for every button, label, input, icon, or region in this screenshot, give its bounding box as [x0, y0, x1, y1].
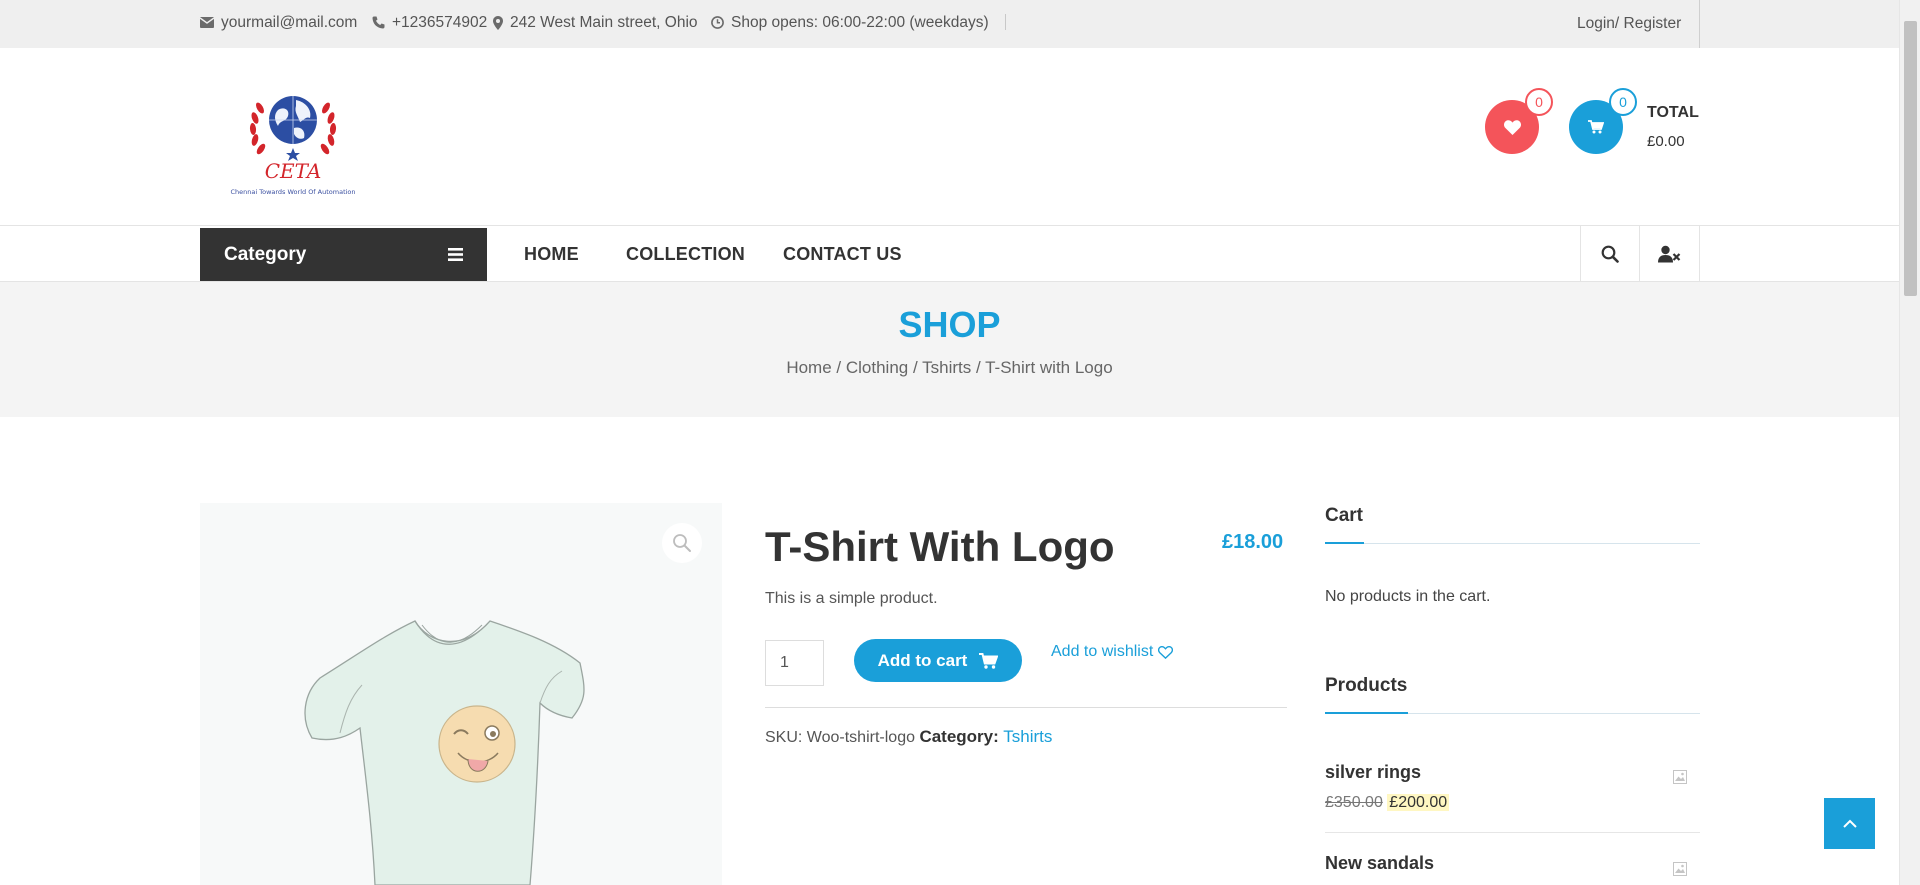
search-button[interactable]: [1580, 226, 1639, 282]
nav-home-link[interactable]: HOME: [524, 226, 579, 282]
page-scrollbar[interactable]: [1899, 0, 1920, 885]
image-placeholder-icon: [1673, 770, 1687, 784]
sidebar-product-name[interactable]: New sandals: [1325, 853, 1434, 874]
products-widget-title: Products: [1325, 675, 1408, 696]
topbar-divider: [1005, 14, 1006, 30]
sku-label: SKU:: [765, 729, 803, 746]
topbar-phone[interactable]: +1236574902: [372, 0, 487, 45]
nav-collection-link[interactable]: COLLECTION: [626, 226, 745, 282]
cart-count: 0: [1609, 88, 1637, 116]
envelope-icon: [200, 17, 214, 28]
page-title: SHOP: [898, 304, 1001, 345]
sidebar-product-divider: [1325, 832, 1700, 833]
quantity-input[interactable]: 1: [765, 640, 824, 686]
top-bar: yourmail@mail.com +1236574902 242 West M…: [0, 0, 1899, 48]
add-to-wishlist-link[interactable]: Add to wishlist: [1051, 643, 1174, 661]
logo-emblem-icon: CETA: [249, 96, 337, 183]
user-account-button[interactable]: [1639, 226, 1699, 282]
page-banner: SHOP Home / Clothing / Tshirts / T-Shirt…: [0, 282, 1899, 417]
wishlist-count: 0: [1525, 88, 1553, 116]
category-menu-button[interactable]: Category: [200, 228, 487, 281]
products-widget-underline: [1325, 712, 1700, 714]
category-meta-label: Category:: [919, 727, 999, 746]
sale-price: £200.00: [1387, 794, 1450, 811]
topbar-email[interactable]: yourmail@mail.com: [200, 0, 357, 45]
product-meta: SKU: Woo-tshirt-logo Category: Tshirts: [765, 727, 1052, 747]
topbar-phone-text: +1236574902: [392, 13, 488, 31]
add-to-cart-label: Add to cart: [877, 650, 968, 670]
shopping-cart-icon: [1588, 120, 1604, 134]
main-navigation: Category HOME COLLECTION CONTACT US: [0, 226, 1899, 282]
category-meta-link[interactable]: Tshirts: [1003, 727, 1052, 746]
heart-icon: [1503, 119, 1521, 135]
breadcrumb: Home / Clothing / Tshirts / T-Shirt with…: [0, 358, 1899, 378]
topbar-address-text: 242 West Main street, Ohio: [510, 13, 698, 31]
cart-empty-message: No products in the cart.: [1325, 588, 1491, 605]
shopping-cart-icon: [979, 652, 999, 669]
nav-right-border: [1699, 226, 1700, 282]
cart-widget-underline: [1325, 542, 1700, 544]
back-to-top-button[interactable]: [1824, 798, 1875, 849]
user-times-icon: [1658, 245, 1681, 263]
site-logo[interactable]: CETA Chennai Towards World Of Automation: [220, 86, 366, 196]
cart-total-label: TOTAL: [1647, 104, 1699, 121]
phone-icon: [372, 16, 385, 29]
tshirt-image: [304, 620, 585, 885]
old-price: £350.00: [1325, 794, 1383, 811]
breadcrumb-tshirts[interactable]: Tshirts: [922, 358, 971, 377]
topbar-address: 242 West Main street, Ohio: [493, 0, 698, 45]
topbar-right-border: [1699, 0, 1700, 48]
cart-widget-title: Cart: [1325, 505, 1364, 526]
cart-button[interactable]: 0: [1569, 88, 1637, 154]
topbar-email-text: yourmail@mail.com: [221, 13, 358, 31]
map-marker-icon: [493, 15, 503, 30]
product-meta-divider: [765, 707, 1287, 708]
breadcrumb-separator: /: [831, 358, 846, 377]
product-image-gallery[interactable]: [200, 503, 722, 885]
topbar-hours-text: Shop opens: 06:00-22:00 (weekdays): [731, 13, 989, 31]
svg-text:CETA: CETA: [265, 159, 322, 183]
product-description: This is a simple product.: [765, 590, 938, 607]
category-label: Category: [224, 243, 307, 265]
site-header: CETA Chennai Towards World Of Automation…: [0, 48, 1899, 226]
login-register-link[interactable]: Login/ Register: [1577, 0, 1681, 47]
breadcrumb-current: T-Shirt with Logo: [985, 358, 1113, 377]
wishlist-button[interactable]: 0: [1485, 88, 1553, 154]
nav-contact-link[interactable]: CONTACT US: [783, 226, 902, 282]
heart-outline-icon: [1158, 645, 1174, 659]
chevron-up-icon: [1842, 819, 1857, 828]
topbar-hours: Shop opens: 06:00-22:00 (weekdays): [711, 0, 989, 45]
product-title: T-Shirt With Logo: [765, 523, 1115, 570]
product-price: £18.00: [1222, 531, 1284, 553]
breadcrumb-home[interactable]: Home: [786, 358, 831, 377]
add-to-cart-button[interactable]: Add to cart: [854, 639, 1022, 682]
breadcrumb-separator: /: [908, 358, 923, 377]
magnifier-icon: [673, 534, 691, 552]
sku-value: Woo-tshirt-logo: [806, 729, 915, 746]
zoom-button[interactable]: [662, 523, 702, 563]
hamburger-menu-icon: [448, 248, 463, 261]
breadcrumb-clothing[interactable]: Clothing: [846, 358, 908, 377]
sidebar-product-price: £350.00 £200.00: [1325, 794, 1450, 812]
image-placeholder-icon: [1673, 862, 1687, 876]
scrollbar-thumb[interactable]: [1904, 21, 1917, 296]
search-icon: [1601, 245, 1619, 263]
clock-icon: [711, 16, 724, 29]
sidebar-product-name[interactable]: silver rings: [1325, 762, 1421, 783]
breadcrumb-separator: /: [971, 358, 986, 377]
logo-tagline: Chennai Towards World Of Automation: [230, 188, 356, 196]
cart-total-value: £0.00: [1647, 133, 1685, 150]
add-to-wishlist-label: Add to wishlist: [1051, 643, 1154, 660]
